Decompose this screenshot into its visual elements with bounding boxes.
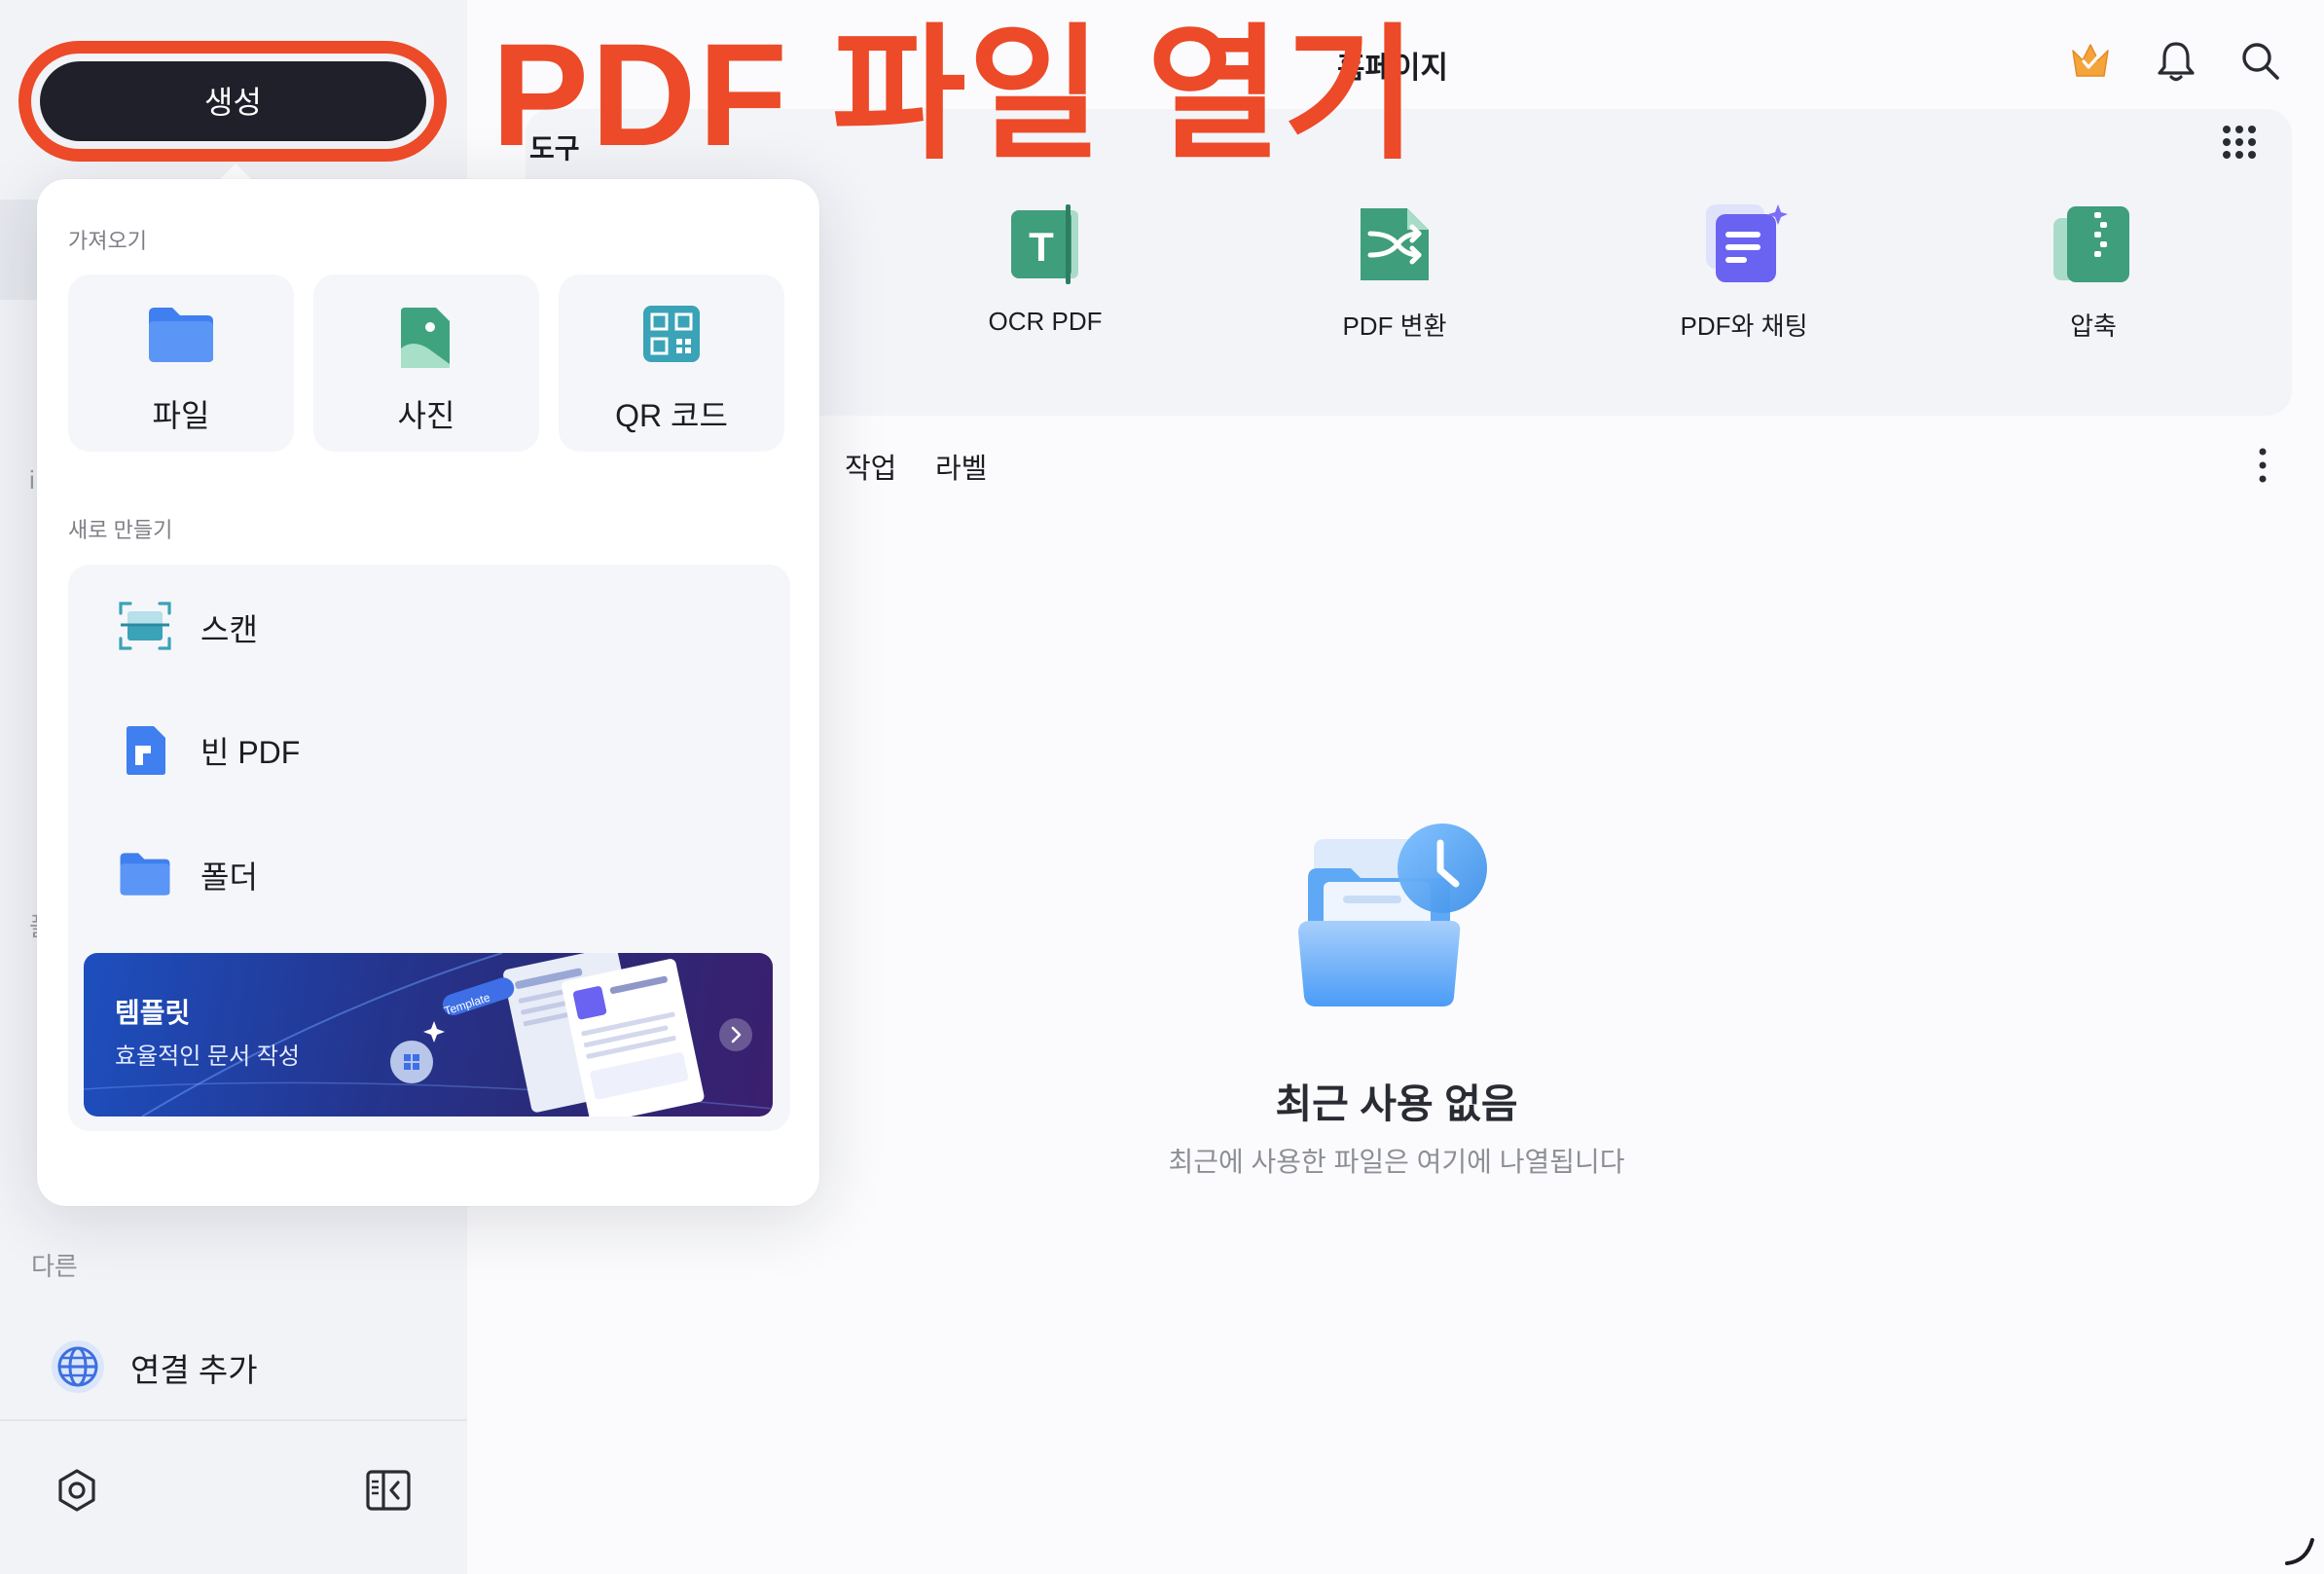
compress-icon [2053,206,2129,282]
new-folder-item[interactable]: 폴더 [107,835,749,913]
new-folder-label: 폴더 [200,860,258,895]
empty-state-subtitle: 최근에 사용한 파일은 여기에 나열됩니다 [1168,1147,1625,1177]
tab-labels[interactable]: 라벨 [935,446,987,487]
new-scan-label: 스캔 [200,612,258,647]
settings-icon[interactable] [54,1468,99,1513]
search-icon[interactable] [2240,41,2281,82]
chevron-right-icon [719,1018,752,1051]
collapse-sidebar-icon[interactable] [366,1470,411,1511]
tool-chat-with-pdf[interactable]: PDF와 채팅 [1613,201,1875,343]
sidebar-divider [0,1419,467,1421]
new-scan-item[interactable]: 스캔 [107,588,749,666]
notifications-bell-icon[interactable] [2155,39,2197,84]
template-title: 템플릿 [115,998,191,1028]
sidebar-section-other: 다른 [31,1252,78,1281]
ocr-icon: T [1011,204,1078,284]
all-tools-grid-icon[interactable] [2222,125,2257,160]
import-file-label: 파일 [152,398,210,433]
tool-compress[interactable]: 압축 [1962,201,2225,343]
import-qr-code-label: QR 코드 [615,398,728,433]
tool-label: 압축 [2070,311,2117,341]
import-section-title: 가져오기 [68,229,147,253]
convert-icon [1361,208,1429,280]
resize-handle-icon [2285,1538,2314,1565]
chat-icon [1706,204,1788,282]
more-options-icon[interactable] [2256,446,2270,485]
tool-ocr-pdf[interactable]: T OCR PDF [914,201,1177,337]
svg-text:T: T [1029,224,1054,270]
new-section-title: 새로 만들기 [68,518,173,542]
premium-crown-icon[interactable] [2069,39,2112,82]
import-qr-code-button[interactable]: QR 코드 [559,275,784,452]
create-button[interactable]: 생성 [40,61,426,141]
empty-state-title: 최근 사용 없음 [1275,1081,1518,1126]
add-connection-label: 연결 추가 [130,1352,258,1388]
template-banner[interactable]: Template 템플릿 효율적인 문서 작성 [84,953,773,1116]
folder-icon [149,308,213,362]
tool-label: PDF와 채팅 [1680,311,1808,341]
empty-folder-clock-icon [1298,824,1487,1007]
new-blank-pdf-item[interactable]: 빈 PDF [107,711,749,788]
tool-label: PDF 변환 [1342,311,1447,341]
import-photo-label: 사진 [397,398,455,433]
globe-icon [52,1340,104,1393]
import-file-button[interactable]: 파일 [68,275,294,452]
import-photo-button[interactable]: 사진 [313,275,539,452]
qr-code-icon [643,306,700,362]
template-subtitle: 효율적인 문서 작성 [115,1043,300,1070]
photo-icon [401,308,450,368]
tool-pdf-convert[interactable]: PDF 변환 [1263,201,1526,343]
scan-icon [119,602,171,650]
template-illustration: Template [84,953,773,1116]
folder-icon [120,853,170,896]
blank-pdf-icon [127,726,165,775]
tool-label: OCR PDF [988,307,1103,336]
tab-tasks[interactable]: 작업 [845,446,896,487]
new-blank-pdf-label: 빈 PDF [200,735,301,770]
add-connection-item[interactable]: 연결 추가 [51,1336,343,1395]
sidebar-item-fragment: i [29,465,35,494]
annotation-caption: PDF 파일 열기 [491,13,1420,176]
